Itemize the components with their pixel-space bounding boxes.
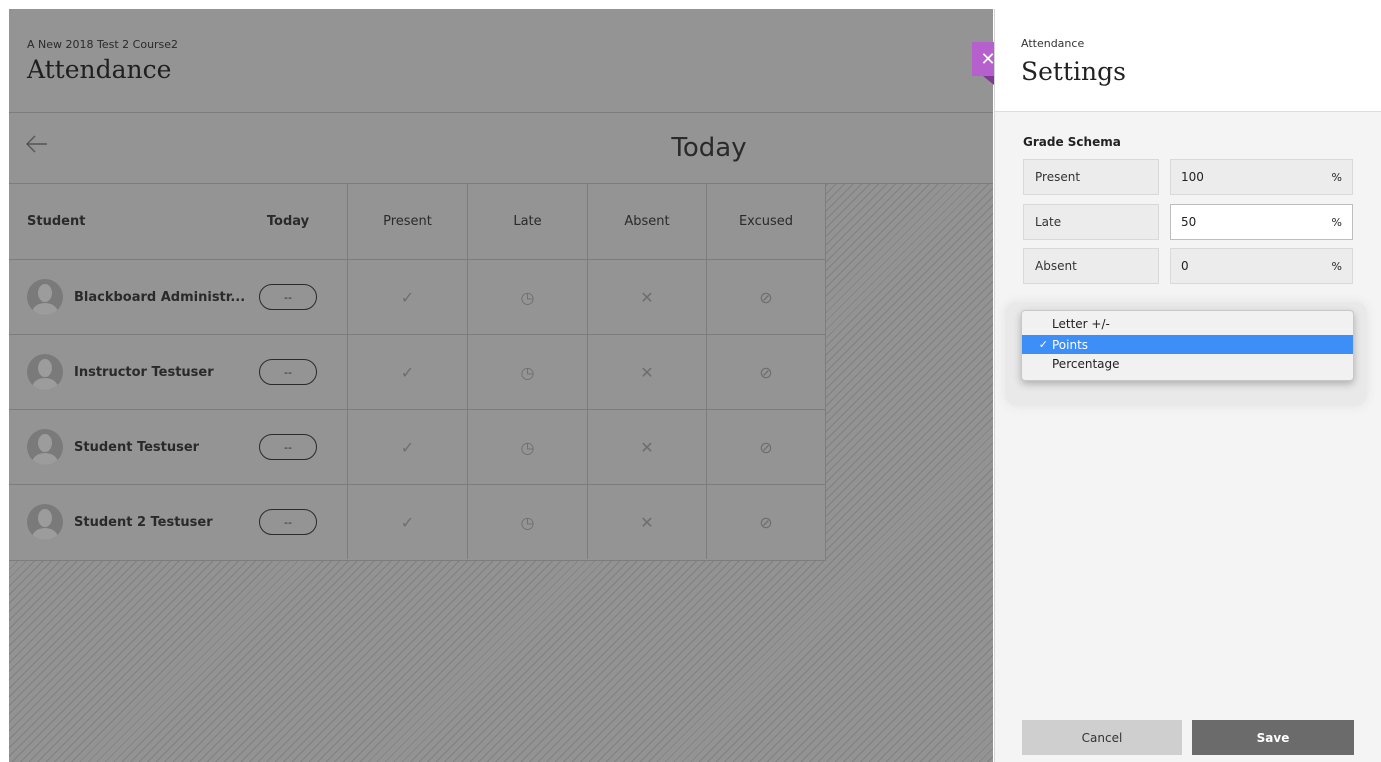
late-clock-icon[interactable]: ◷ [468, 410, 587, 484]
table-row: Blackboard Administr... -- ✓ ◷ ✕ ⊘ [9, 260, 825, 335]
schema-label-late: Late [1023, 204, 1159, 240]
table-row: Student 2 Testuser -- ✓ ◷ ✕ ⊘ [9, 485, 825, 559]
percent-unit: % [1331, 216, 1342, 229]
grade-format-dropdown[interactable]: Letter +/- ✓ Points Percentage [1021, 310, 1354, 381]
late-percent-input[interactable]: 50 % [1170, 204, 1353, 240]
student-name: Student Testuser [74, 439, 200, 455]
student-name: Blackboard Administr... [74, 289, 246, 305]
excused-slash-icon[interactable]: ⊘ [707, 485, 825, 559]
excused-slash-icon[interactable]: ⊘ [707, 410, 825, 484]
absent-x-icon[interactable]: ✕ [588, 485, 706, 559]
panel-subtitle: Attendance [1021, 37, 1085, 50]
avatar [27, 279, 63, 315]
close-tab-fold [983, 76, 994, 85]
dropdown-option-letter[interactable]: Letter +/- [1022, 314, 1353, 333]
status-pill[interactable]: -- [259, 359, 317, 385]
date-bar: Today [9, 113, 993, 184]
late-clock-icon[interactable]: ◷ [468, 485, 587, 559]
absent-percent-input[interactable]: 0 % [1170, 248, 1353, 284]
table-row: Instructor Testuser -- ✓ ◷ ✕ ⊘ [9, 335, 825, 410]
option-label: Letter +/- [1052, 316, 1110, 331]
header-late[interactable]: Late [468, 184, 587, 259]
status-pill[interactable]: -- [259, 434, 317, 460]
table-row: Student Testuser -- ✓ ◷ ✕ ⊘ [9, 410, 825, 485]
present-check-icon[interactable]: ✓ [348, 335, 467, 409]
percent-unit: % [1331, 171, 1342, 184]
attendance-grid: Student Today Present Late Absent Excuse… [9, 184, 826, 561]
status-pill[interactable]: -- [259, 509, 317, 535]
grid-header-row: Student Today Present Late Absent Excuse… [9, 184, 825, 260]
header-excused[interactable]: Excused [707, 184, 825, 259]
schema-label-absent: Absent [1023, 248, 1159, 284]
schema-row-present: Present 100 % [1023, 159, 1353, 195]
settings-panel: Attendance Settings Grade Schema Present… [994, 9, 1381, 762]
avatar [27, 504, 63, 540]
dropdown-option-percentage[interactable]: Percentage [1022, 354, 1353, 373]
absent-x-icon[interactable]: ✕ [588, 410, 706, 484]
panel-body: Grade Schema Present 100 % Late 50 % Abs… [995, 112, 1381, 704]
course-name: A New 2018 Test 2 Course2 [27, 38, 179, 51]
panel-title: Settings [1021, 57, 1126, 86]
save-button[interactable]: Save [1192, 720, 1354, 755]
absent-x-icon[interactable]: ✕ [588, 260, 706, 334]
present-check-icon[interactable]: ✓ [348, 410, 467, 484]
today-status-cell: -- [258, 410, 318, 484]
absent-percent-value: 0 [1181, 259, 1189, 273]
present-percent-value: 100 [1181, 170, 1204, 184]
course-header: A New 2018 Test 2 Course2 Attendance [9, 9, 993, 113]
student-cell[interactable]: Student 2 Testuser [27, 485, 257, 559]
today-status-cell: -- [258, 260, 318, 334]
student-cell[interactable]: Blackboard Administr... [27, 260, 257, 334]
header-absent[interactable]: Absent [588, 184, 706, 259]
avatar [27, 429, 63, 465]
date-title: Today [671, 133, 747, 163]
late-percent-value: 50 [1181, 215, 1197, 229]
status-pill[interactable]: -- [259, 284, 317, 310]
today-status-cell: -- [258, 485, 318, 559]
schema-row-absent: Absent 0 % [1023, 248, 1353, 284]
present-check-icon[interactable]: ✓ [348, 260, 467, 334]
grade-schema-label: Grade Schema [1023, 135, 1121, 149]
excused-slash-icon[interactable]: ⊘ [707, 335, 825, 409]
late-clock-icon[interactable]: ◷ [468, 335, 587, 409]
panel-header: Attendance Settings [995, 9, 1381, 112]
cancel-button[interactable]: Cancel [1022, 720, 1182, 755]
student-cell[interactable]: Instructor Testuser [27, 335, 257, 409]
absent-x-icon[interactable]: ✕ [588, 335, 706, 409]
option-label: Percentage [1052, 356, 1120, 371]
late-clock-icon[interactable]: ◷ [468, 260, 587, 334]
check-icon: ✓ [1038, 338, 1048, 351]
attendance-main-dimmed: A New 2018 Test 2 Course2 Attendance Tod… [9, 9, 993, 762]
avatar [27, 354, 63, 390]
today-status-cell: -- [258, 335, 318, 409]
schema-row-late: Late 50 % [1023, 204, 1353, 240]
header-today: Today [266, 214, 310, 229]
percent-unit: % [1331, 260, 1342, 273]
student-name: Instructor Testuser [74, 364, 214, 380]
student-cell[interactable]: Student Testuser [27, 410, 257, 484]
present-check-icon[interactable]: ✓ [348, 485, 467, 559]
header-student[interactable]: Student [27, 184, 227, 259]
present-percent-input[interactable]: 100 % [1170, 159, 1353, 195]
schema-label-present: Present [1023, 159, 1159, 195]
excused-slash-icon[interactable]: ⊘ [707, 260, 825, 334]
header-present[interactable]: Present [348, 184, 467, 259]
page-title: Attendance [27, 55, 172, 84]
top-strip [0, 0, 1381, 9]
panel-footer: Cancel Save [995, 704, 1381, 762]
option-label: Points [1052, 337, 1089, 352]
dropdown-option-points[interactable]: ✓ Points [1022, 335, 1353, 354]
student-name: Student 2 Testuser [74, 514, 213, 530]
